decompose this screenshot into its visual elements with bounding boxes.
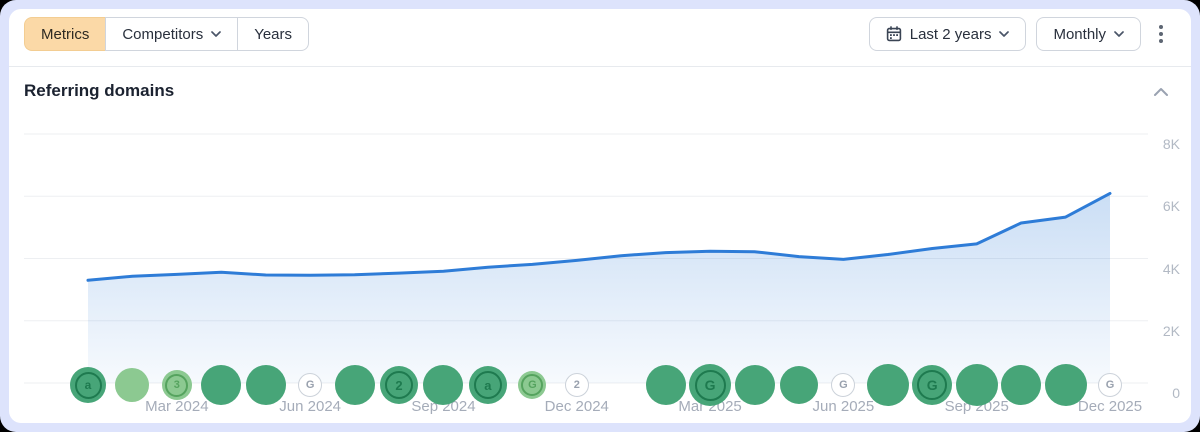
timeline-badge-oct-2024-a[interactable]: a (469, 366, 507, 404)
badge-glyph-g: G (1103, 378, 1118, 393)
badge-glyph-2: 2 (569, 378, 584, 393)
timeline-badge-sep-2025[interactable] (956, 364, 998, 406)
badge-glyph-g: G (695, 370, 726, 401)
timeline-badge-dec-2025-g[interactable]: G (1098, 373, 1122, 397)
timeline-badge-mar-2024-3[interactable]: 3 (162, 370, 192, 400)
timeline-badge-nov-2025[interactable] (1045, 364, 1087, 406)
timeline-badge-aug-2025-g[interactable]: G (912, 365, 952, 405)
timeline-badge-mar-2025-g[interactable]: G (689, 364, 731, 406)
timeline-badge-apr-2025[interactable] (735, 365, 775, 405)
area-fill (88, 193, 1110, 383)
badge-glyph-3: 3 (165, 374, 188, 397)
app-frame: Metrics Competitors Years (0, 0, 1200, 432)
timeline-badge-feb-2025[interactable] (646, 365, 686, 405)
timeline-badge-oct-2025[interactable] (1001, 365, 1041, 405)
badge-glyph-a: a (474, 371, 502, 399)
timeline-badge-jul-2024[interactable] (335, 365, 375, 405)
badge-glyph-a: a (75, 372, 102, 399)
timeline-badge-jul-2025[interactable] (867, 364, 909, 406)
badge-glyph-2: 2 (385, 371, 413, 399)
badge-glyph-g: G (521, 374, 543, 396)
badge-glyph-g: G (836, 378, 851, 393)
timeline-badge-jan-2024-a[interactable]: a (70, 367, 106, 403)
timeline-badge-jun-2024-g[interactable]: G (298, 373, 322, 397)
timeline-badge-aug-2024-2[interactable]: 2 (380, 366, 418, 404)
badge-glyph-g: G (917, 370, 947, 400)
timeline-badge-may-2025[interactable] (780, 366, 818, 404)
referring-domains-chart-svg (9, 9, 1191, 423)
timeline-badge-dec-2024-2[interactable]: 2 (565, 373, 589, 397)
chart-layer: 8K6K4K2K0Mar 2024Jun 2024Sep 2024Dec 202… (9, 9, 1191, 423)
referring-domains-card: Metrics Competitors Years (9, 9, 1191, 423)
badge-glyph-g: G (303, 378, 318, 393)
timeline-badge-may-2024[interactable] (246, 365, 286, 405)
